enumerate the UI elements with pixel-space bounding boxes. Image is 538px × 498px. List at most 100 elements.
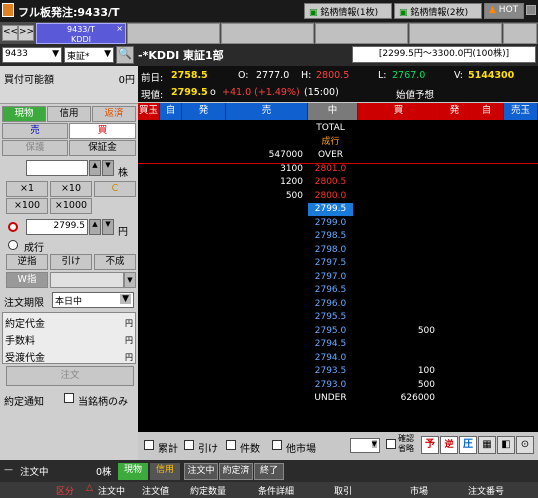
book-row[interactable]: 2799.5 [138, 203, 538, 217]
sort-icon[interactable]: △ [86, 483, 93, 493]
qty-down-icon[interactable]: ▼ [102, 160, 114, 176]
qty-up-icon[interactable]: ▲ [89, 160, 101, 176]
sell-qty[interactable] [226, 217, 306, 231]
book-row[interactable]: 547000 OVER [138, 149, 538, 163]
tab-prev-button[interactable]: << [2, 25, 18, 41]
qty-x100-button[interactable]: ×100 [6, 198, 48, 214]
sell-qty[interactable]: 1200 [226, 176, 306, 190]
status-genbutsu-filter[interactable]: 現物 [118, 463, 148, 480]
buy-qty[interactable]: 100 [360, 365, 438, 379]
tab-hensai[interactable]: 返済 [92, 106, 136, 122]
market-select[interactable]: 東証* ▼ [64, 47, 114, 63]
status-shuryo-tab[interactable]: 終了 [254, 463, 284, 480]
sell-qty[interactable] [226, 122, 306, 136]
close-icon[interactable]: × [116, 24, 123, 34]
market-order-radio[interactable] [8, 240, 18, 250]
sell-qty[interactable] [226, 338, 306, 352]
sell-qty[interactable]: 547000 [226, 149, 306, 163]
book-price[interactable]: 2800.5 [308, 176, 353, 189]
sell-qty[interactable] [226, 379, 306, 393]
status-yakujo-tab[interactable]: 約定済 [219, 463, 253, 480]
buy-qty[interactable] [360, 338, 438, 352]
settings-icon[interactable]: ◧ [497, 436, 515, 454]
buy-qty[interactable] [360, 149, 438, 163]
book-row[interactable]: 2794.5 [138, 338, 538, 352]
yoyaku-button[interactable]: 予 [421, 436, 439, 454]
window-control-button[interactable] [526, 5, 536, 15]
quantity-input[interactable] [26, 160, 88, 176]
buy-qty[interactable] [360, 257, 438, 271]
period-select[interactable]: 本日中 ▼ [52, 292, 134, 308]
symbol-code-input[interactable]: 9433 ▼ [2, 47, 62, 63]
limit-radio[interactable] [8, 222, 18, 232]
empty-tab[interactable] [503, 23, 537, 44]
book-row[interactable]: 2798.5 [138, 230, 538, 244]
market-filter-select[interactable]: ▼ [350, 438, 380, 453]
book-row[interactable]: 2795.0 500 [138, 325, 538, 339]
tab-genbutsu[interactable]: 現物 [2, 106, 46, 122]
book-row[interactable]: 2793.5 100 [138, 365, 538, 379]
book-row[interactable]: 3100 2801.0 [138, 163, 538, 177]
hike-button[interactable]: 引け [50, 254, 92, 270]
chevron-down-icon[interactable]: ▼ [124, 272, 136, 288]
grid-icon[interactable]: ▦ [478, 436, 496, 454]
kensu-checkbox[interactable] [226, 440, 236, 450]
book-row[interactable]: 1200 2800.5 [138, 176, 538, 190]
tab-kddi[interactable]: 9433/T KDDI × [36, 23, 126, 44]
sell-qty[interactable]: 500 [226, 190, 306, 204]
book-row[interactable]: 成行 [138, 136, 538, 150]
qty-clear-button[interactable]: C [94, 181, 136, 197]
funari-button[interactable]: 不成 [94, 254, 136, 270]
sell-qty[interactable] [226, 230, 306, 244]
book-row[interactable]: 2796.5 [138, 284, 538, 298]
book-price[interactable]: TOTAL [308, 122, 353, 135]
sell-qty[interactable] [226, 284, 306, 298]
sell-qty[interactable] [226, 244, 306, 258]
buy-qty[interactable] [360, 176, 438, 190]
book-row[interactable]: 2799.0 [138, 217, 538, 231]
sell-qty[interactable] [226, 298, 306, 312]
buy-qty[interactable]: 500 [360, 379, 438, 393]
this-only-checkbox[interactable] [64, 393, 74, 403]
gyakusashi-button[interactable]: 逆指 [6, 254, 48, 270]
book-row[interactable]: 2796.0 [138, 298, 538, 312]
empty-tab[interactable] [409, 23, 502, 44]
book-price[interactable]: 2794.0 [308, 352, 353, 365]
tab-shinyo[interactable]: 信用 [47, 106, 91, 122]
sell-button[interactable]: 売 [2, 123, 68, 139]
buy-qty[interactable] [360, 163, 438, 177]
book-row[interactable]: 500 2800.0 [138, 190, 538, 204]
book-price[interactable]: UNDER [308, 392, 353, 405]
mouse-icon[interactable]: ⊙ [516, 436, 534, 454]
sell-qty[interactable] [226, 203, 306, 217]
book-price[interactable]: 2801.0 [308, 163, 353, 176]
book-price[interactable]: 2793.0 [308, 379, 353, 392]
search-icon[interactable]: 🔍 [116, 46, 134, 64]
book-row[interactable]: 2794.0 [138, 352, 538, 366]
empty-tab[interactable] [315, 23, 408, 44]
book-price[interactable]: 2796.5 [308, 284, 353, 297]
price-up-icon[interactable]: ▲ [89, 219, 101, 235]
book-price[interactable]: 2795.0 [308, 325, 353, 338]
sell-qty[interactable] [226, 271, 306, 285]
kakunin-checkbox[interactable] [386, 439, 396, 449]
book-row[interactable]: 2795.5 [138, 311, 538, 325]
sell-qty[interactable] [226, 392, 306, 406]
hike-checkbox[interactable] [184, 440, 194, 450]
buy-button[interactable]: 買 [69, 123, 136, 139]
buy-qty[interactable] [360, 284, 438, 298]
tashijo-checkbox[interactable] [272, 440, 282, 450]
qty-x1-button[interactable]: ×1 [6, 181, 48, 197]
sell-qty[interactable]: 3100 [226, 163, 306, 177]
order-button[interactable]: 注文 [6, 366, 134, 386]
brand-info-1-button[interactable]: ▣ 銘柄情報(1枚) [304, 3, 392, 19]
atsu-button[interactable]: 圧 [459, 436, 477, 454]
sell-qty[interactable] [226, 352, 306, 366]
book-row[interactable]: TOTAL [138, 122, 538, 136]
book-price[interactable]: 成行 [308, 136, 353, 149]
buy-qty[interactable] [360, 271, 438, 285]
qty-x1000-button[interactable]: ×1000 [50, 198, 92, 214]
book-row[interactable]: 2798.0 [138, 244, 538, 258]
book-price[interactable]: 2793.5 [308, 365, 353, 378]
brand-info-2-button[interactable]: ▣ 銘柄情報(2枚) [394, 3, 482, 19]
